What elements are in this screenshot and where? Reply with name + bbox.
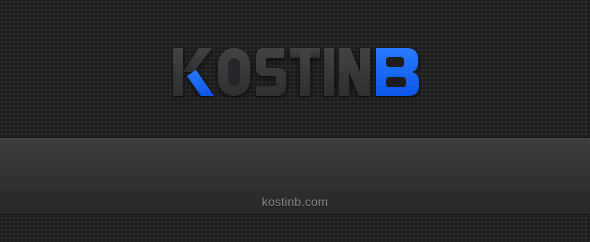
logo-letter-n bbox=[339, 48, 370, 96]
site-logo bbox=[172, 46, 422, 98]
footer-site-url[interactable]: kostinb.com bbox=[262, 195, 328, 209]
logo-wordmark bbox=[173, 48, 419, 96]
logo-letter-t bbox=[290, 48, 320, 96]
logo-letter-k bbox=[173, 48, 214, 96]
logo-letter-i bbox=[324, 48, 334, 96]
logo-letter-o bbox=[218, 48, 250, 96]
footer-bar: kostinb.com bbox=[0, 190, 590, 215]
logo-letter-s bbox=[256, 48, 286, 96]
navigation-bar bbox=[0, 138, 590, 191]
logo-letter-b bbox=[376, 48, 419, 96]
